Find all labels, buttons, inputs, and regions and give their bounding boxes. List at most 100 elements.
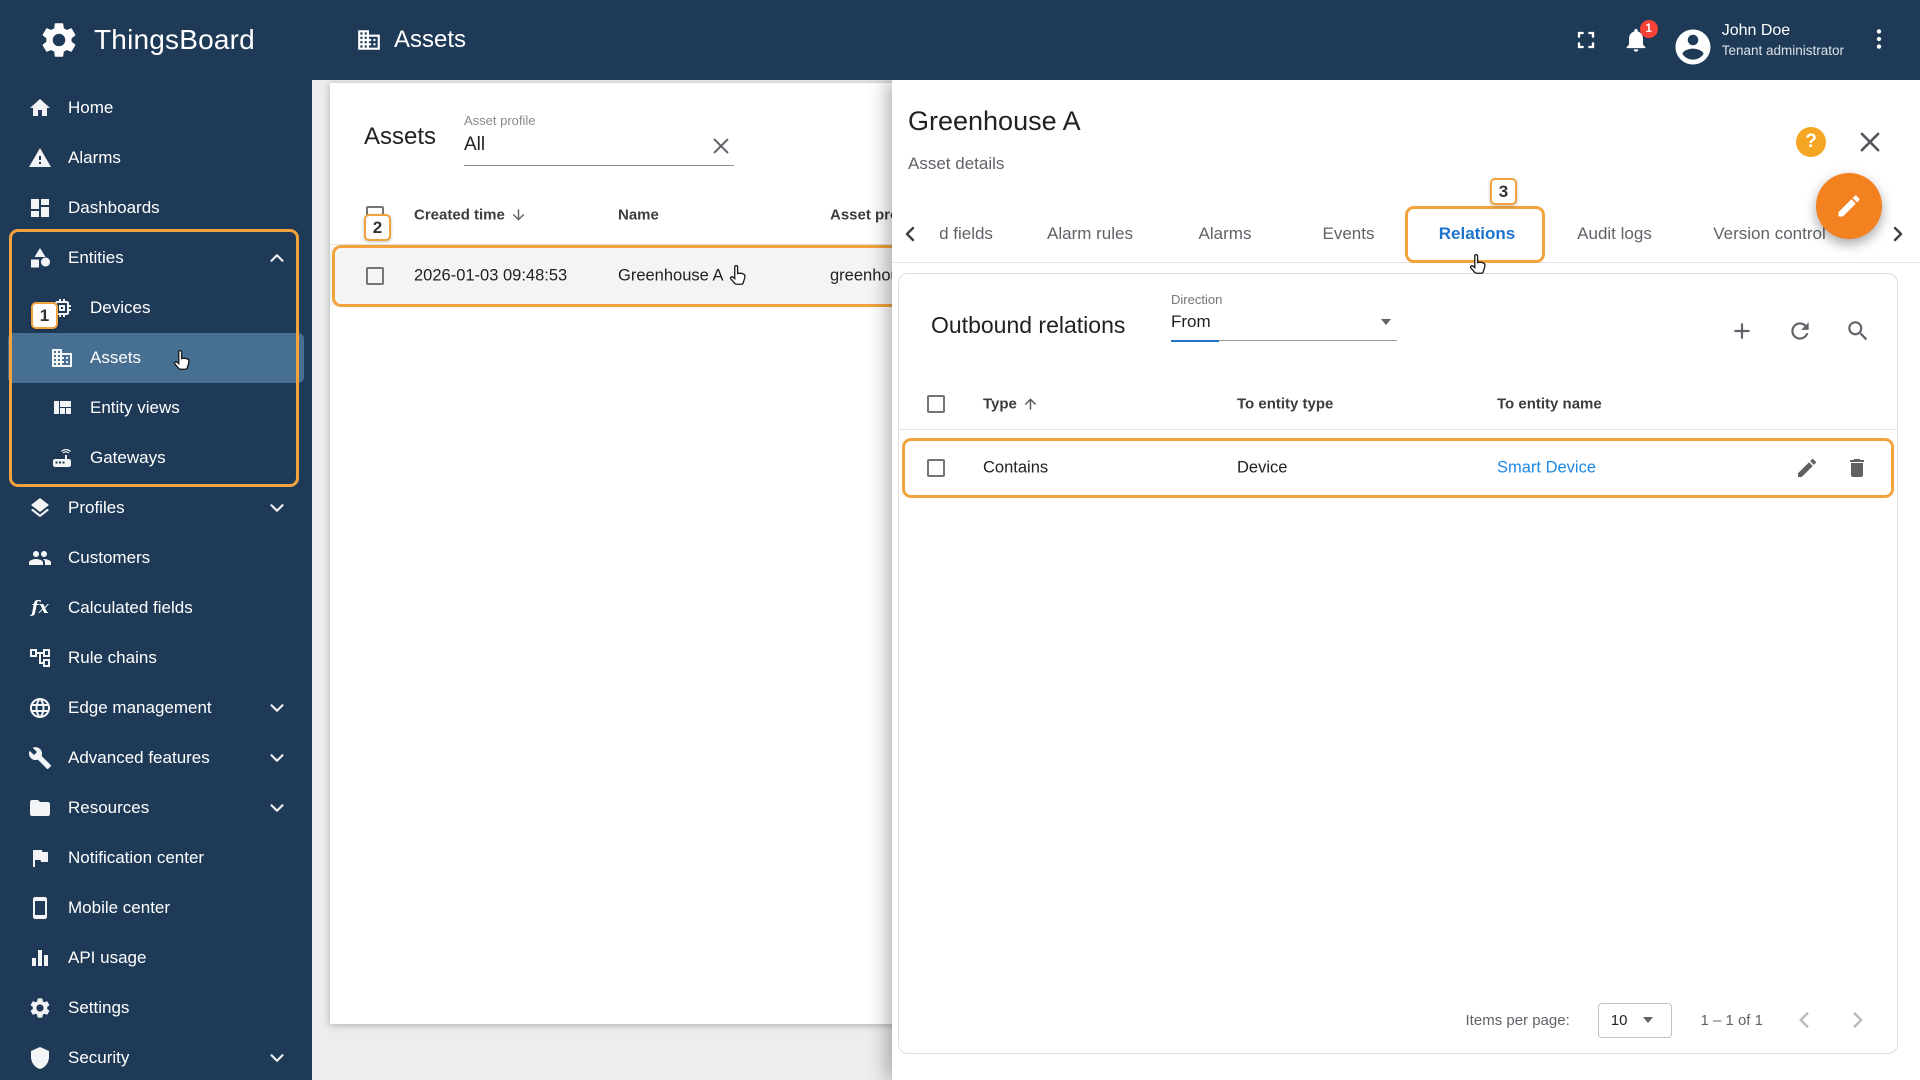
relation-row-contains[interactable]: Contains Device Smart Device [899,440,1897,496]
add-relation-button[interactable] [1729,318,1755,344]
select-all-checkbox[interactable] [927,394,945,413]
clear-filter-button[interactable] [710,135,732,157]
assets-icon [50,346,74,370]
sort-asc-icon [1022,395,1039,412]
refresh-button[interactable] [1787,318,1813,344]
direction-select[interactable]: Direction From [1171,292,1397,342]
notifications-button[interactable]: 1 [1622,20,1658,54]
sort-desc-icon [510,206,527,223]
user-info: John Doe Tenant administrator [1722,20,1844,60]
paginator: Items per page: 10 1 – 1 of 1 [899,987,1897,1053]
next-page-button[interactable] [1845,1007,1871,1033]
assets-panel-title: Assets [364,123,437,150]
sidebar-item-resources[interactable]: Resources [8,783,304,833]
column-name[interactable]: Name [618,206,659,223]
column-to-entity-type[interactable]: To entity type [1237,395,1333,412]
sidebar-item-customers[interactable]: Customers [8,533,304,583]
tour-step-badge: 2 [364,214,391,241]
help-button[interactable]: ? [1796,127,1826,157]
row-checkbox[interactable] [927,459,945,477]
cursor-icon [170,348,194,372]
user-role: Tenant administrator [1721,42,1844,58]
tab-events[interactable]: Events [1290,206,1407,262]
sidebar-item-settings[interactable]: Settings [8,983,304,1033]
details-tabs: d fields Alarm rules Alarms Events Relat… [892,206,1920,263]
previous-page-button[interactable] [1791,1007,1817,1033]
cell-type: Contains [983,458,1049,477]
edit-fab-button[interactable] [1816,173,1882,239]
topbar: ThingsBoard Assets 1 John Doe Tenant adm… [0,0,1920,80]
relations-toolbar-actions [1729,318,1871,344]
tour-step-badge: 3 [1490,178,1517,205]
home-icon [28,96,52,120]
sidebar-item-assets[interactable]: Assets [8,333,304,383]
people-icon [28,546,52,570]
asset-row-greenhouse-a[interactable]: 2026-01-03 09:48:53 Greenhouse A greenho… [330,247,930,305]
sidebar-item-dashboards[interactable]: Dashboards [8,183,304,233]
to-entity-name-link[interactable]: Smart Device [1497,459,1596,478]
sidebar-item-mobile-center[interactable]: Mobile center [8,883,304,933]
tab-alarm-rules[interactable]: Alarm rules [1020,206,1160,262]
asset-profile-filter[interactable]: Asset profile All [464,113,734,166]
kebab-menu-button[interactable] [1866,26,1894,54]
edge-icon [28,696,52,720]
tabs-scroll-right-button[interactable] [1886,222,1910,246]
filter-label: Asset profile [464,113,536,128]
tour-step-badge: 1 [31,302,58,329]
topbar-actions: 1 John Doe Tenant administrator [1572,20,1920,60]
page-size-select[interactable]: 10 [1597,1002,1673,1038]
rule-chain-icon [28,646,52,670]
notification-badge: 1 [1639,20,1658,38]
chevron-down-icon [266,747,288,769]
edit-relation-button[interactable] [1795,456,1819,480]
avatar[interactable] [1672,26,1700,54]
sidebar-item-edge-management[interactable]: Edge management [8,683,304,733]
sidebar-item-calculated-fields[interactable]: fx Calculated fields [8,583,304,633]
sidebar-item-entities[interactable]: Entities [8,233,304,283]
dropdown-caret-icon [1643,1017,1654,1023]
column-type[interactable]: Type [983,395,1039,412]
tab-alarms[interactable]: Alarms [1160,206,1290,262]
sidebar-item-notification-center[interactable]: Notification center [8,833,304,883]
user-name: John Doe [1721,22,1791,40]
search-button[interactable] [1845,318,1871,344]
sidebar-item-api-usage[interactable]: API usage [8,933,304,983]
fullscreen-button[interactable] [1572,26,1600,54]
sidebar-item-gateways[interactable]: Gateways [8,433,304,483]
relations-panel: Outbound relations Direction From Type T… [898,273,1898,1054]
sidebar-item-security[interactable]: Security [8,1033,304,1080]
tab-audit-logs[interactable]: Audit logs [1547,206,1682,262]
category-icon [28,246,52,270]
phone-icon [28,896,52,920]
cell-created-time: 2026-01-03 09:48:53 [414,266,568,285]
sidebar-item-entity-views[interactable]: Entity views [8,383,304,433]
assets-icon [356,27,382,53]
chevron-down-icon [266,1047,288,1069]
sidebar-item-profiles[interactable]: Profiles [8,483,304,533]
shield-icon [28,1046,52,1070]
cursor-icon [1466,252,1490,276]
filter-value: All [464,134,486,155]
brand[interactable]: ThingsBoard [0,19,312,61]
sidebar-item-alarms[interactable]: Alarms [8,133,304,183]
assets-list-panel: Assets Asset profile All Created time Na… [330,83,930,1024]
sidebar-item-rule-chains[interactable]: Rule chains [8,633,304,683]
assets-table-header: Created time Name Asset profile [330,185,930,245]
sidebar-item-home[interactable]: Home [8,83,304,133]
sidebar: Home Alarms Dashboards Entities Devices … [0,80,312,1080]
fx-icon: fx [31,598,49,618]
column-created-time[interactable]: Created time [414,206,527,223]
row-checkbox[interactable] [366,267,384,285]
asset-details-drawer: Greenhouse A Asset details ? d fields Al… [892,80,1920,1080]
flag-icon [28,846,52,870]
page-title: Assets [356,26,466,54]
dashboard-icon [28,196,52,220]
layers-icon [28,496,52,520]
close-button[interactable] [1856,128,1884,156]
details-header-actions: ? [1796,127,1884,157]
delete-relation-button[interactable] [1845,456,1869,480]
direction-value: From [1171,312,1211,331]
sidebar-item-advanced-features[interactable]: Advanced features [8,733,304,783]
column-to-entity-name[interactable]: To entity name [1497,395,1602,412]
tab-calculated-fields[interactable]: d fields [912,206,1020,262]
